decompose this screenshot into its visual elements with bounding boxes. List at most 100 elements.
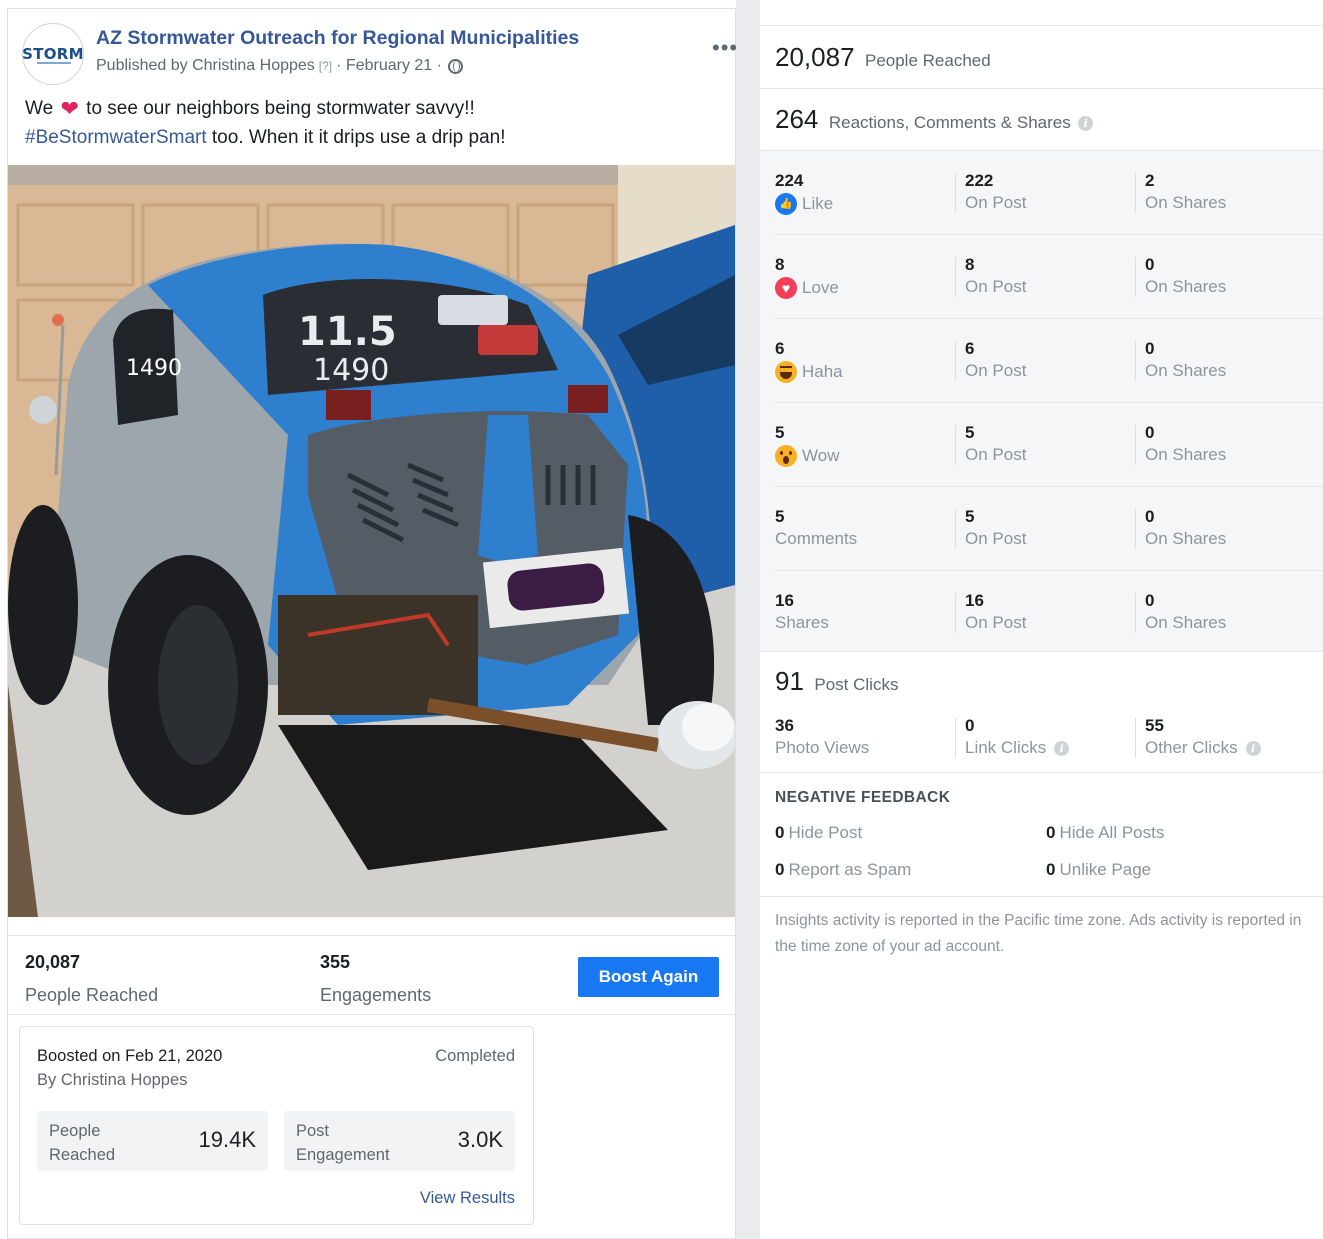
click-metric-value: 55 — [1145, 716, 1164, 735]
view-results-link[interactable]: View Results — [420, 1189, 515, 1208]
post-text: We ❤ to see our neighbors being stormwat… — [25, 94, 725, 152]
car-photo-illustration: 11.5 1490 1490 — [8, 165, 735, 917]
on-shares: 0 On Shares — [1145, 423, 1226, 465]
on-post-value: 5 — [965, 507, 975, 526]
boost-metric-label-line1: People — [49, 1122, 101, 1140]
reaction-total-label-wrap: Haha — [775, 361, 843, 383]
on-shares-label: On Shares — [1145, 361, 1227, 380]
more-dots-icon[interactable]: ••• — [712, 37, 738, 59]
reaction-row-shares: 16 Shares 16 On Post 0 On Shares — [760, 571, 1323, 655]
on-post-label: On Post — [965, 613, 1027, 632]
reactions-breakdown: 224 Like 222 On Post 2 On Shares 8 Love 8 On Post… — [760, 150, 1323, 652]
column-divider — [955, 257, 956, 297]
boost-status: Completed — [435, 1047, 515, 1065]
reaction-total-value: 16 — [775, 591, 794, 610]
summary-people-reached-value: 20,087 — [25, 952, 81, 972]
column-divider — [1135, 718, 1136, 758]
negative-feedback-unlike-page: 0 Unlike Page — [1046, 860, 1151, 880]
on-shares-label: On Shares — [1145, 529, 1227, 548]
click-metric-value: 0 — [965, 716, 975, 735]
boost-metric-people-reached: People Reached 19.4K — [37, 1111, 268, 1171]
click-metric-label-wrap: Link Clicks i — [965, 738, 1070, 758]
on-shares-label: On Shares — [1145, 613, 1227, 632]
car-side-number: 1490 — [126, 356, 182, 381]
column-divider — [1135, 593, 1136, 633]
post-text-2: to see our neighbors being stormwater sa… — [86, 98, 475, 119]
reaction-total-label: Wow — [802, 446, 840, 465]
negative-feedback-label: Unlike Page — [1059, 860, 1152, 879]
on-shares: 0 On Shares — [1145, 339, 1226, 381]
on-shares-value: 0 — [1145, 507, 1155, 526]
info-icon[interactable]: i — [1078, 116, 1094, 131]
globe-icon — [447, 58, 463, 74]
summary-engagements-label: Engagements — [320, 985, 432, 1005]
reaction-total-label-wrap: Wow — [775, 445, 839, 467]
on-shares-label: On Shares — [1145, 277, 1227, 296]
post-date[interactable]: · February 21 · — [336, 57, 442, 75]
page-name-link[interactable]: AZ Stormwater Outreach for Regional Muni… — [96, 27, 579, 50]
reaction-total-label: Like — [802, 194, 834, 213]
on-shares: 0 On Shares — [1145, 255, 1226, 297]
avatar-logo-underline — [37, 62, 71, 64]
summary-engagements-value: 355 — [320, 952, 351, 972]
on-shares-label: On Shares — [1145, 445, 1227, 464]
reaction-total-label-wrap: Shares — [775, 613, 829, 633]
like-reaction-icon — [775, 193, 797, 215]
insights-reached-value: 20,087 — [775, 42, 855, 72]
on-shares-value: 0 — [1145, 423, 1155, 442]
reaction-total-label: Haha — [802, 362, 843, 381]
haha-reaction-icon — [775, 361, 797, 383]
on-post: 5 On Post — [965, 423, 1026, 465]
boost-again-button[interactable]: Boost Again — [578, 957, 719, 997]
negative-feedback-value: 0 — [775, 823, 785, 842]
negative-feedback-value: 0 — [775, 860, 785, 879]
reaction-total: 5 Wow — [775, 423, 839, 467]
reaction-total-label-wrap: Like — [775, 193, 833, 215]
reaction-total: 16 Shares — [775, 591, 829, 633]
insights-rcs-value: 264 — [775, 104, 819, 134]
reaction-row-wow: 5 Wow 5 On Post 0 On Shares — [760, 403, 1323, 487]
insights-panel: 20,087 People Reached 264 Reactions, Com… — [760, 0, 1323, 1239]
post-text-1: We — [25, 98, 54, 119]
boost-metric-value: 3.0K — [457, 1127, 503, 1152]
reaction-total-label: Love — [802, 278, 839, 297]
click-metric-label: Photo Views — [775, 738, 870, 757]
page-avatar[interactable]: STORM — [22, 23, 84, 85]
info-icon[interactable]: i — [1054, 740, 1070, 756]
car-window-number: 11.5 — [298, 309, 397, 355]
click-metric-label: Link Clicks — [965, 738, 1047, 757]
click-metric-label: Other Clicks — [1145, 738, 1238, 757]
on-post: 5 On Post — [965, 507, 1026, 549]
info-icon[interactable]: i — [1245, 740, 1261, 756]
reaction-total-label: Comments — [775, 529, 858, 548]
summary-people-reached: 20,087 People Reached — [25, 952, 158, 1006]
insights-reached-label: People Reached — [864, 51, 991, 70]
published-by[interactable]: Published by Christina Hoppes — [96, 57, 315, 75]
on-post-label: On Post — [965, 193, 1027, 212]
on-post-label: On Post — [965, 445, 1027, 464]
negative-feedback-report-as-spam: 0 Report as Spam — [775, 860, 911, 880]
post-photo[interactable]: 11.5 1490 1490 — [8, 165, 735, 917]
reaction-total-value: 5 — [775, 507, 785, 526]
reaction-total-label-wrap: Love — [775, 277, 839, 299]
help-marker[interactable]: [?] — [319, 59, 332, 73]
column-divider — [1135, 173, 1136, 213]
column-divider — [955, 425, 956, 465]
love-reaction-icon — [775, 277, 797, 299]
boost-metric-value: 19.4K — [198, 1127, 257, 1152]
reaction-total-label: Shares — [775, 613, 829, 632]
post-clicks-label: Post Clicks — [814, 675, 899, 694]
negative-feedback-value: 0 — [1046, 823, 1056, 842]
reaction-row-haha: 6 Haha 6 On Post 0 On Shares — [760, 319, 1323, 403]
on-shares: 0 On Shares — [1145, 591, 1226, 633]
on-shares-label: On Shares — [1145, 193, 1227, 212]
hashtag-link[interactable]: #BeStormwaterSmart — [25, 127, 207, 148]
boost-by: By Christina Hoppes — [37, 1071, 188, 1089]
click-metric-label-wrap: Other Clicks i — [1145, 738, 1261, 758]
reaction-total: 5 Comments — [775, 507, 857, 549]
post-clicks-value: 91 — [775, 666, 804, 696]
column-divider — [955, 173, 956, 213]
boost-metric-label-line2: Reached — [49, 1146, 116, 1164]
negative-feedback-hide-post: 0 Hide Post — [775, 823, 862, 843]
boost-metric-label-line2: Engagement — [296, 1146, 390, 1164]
